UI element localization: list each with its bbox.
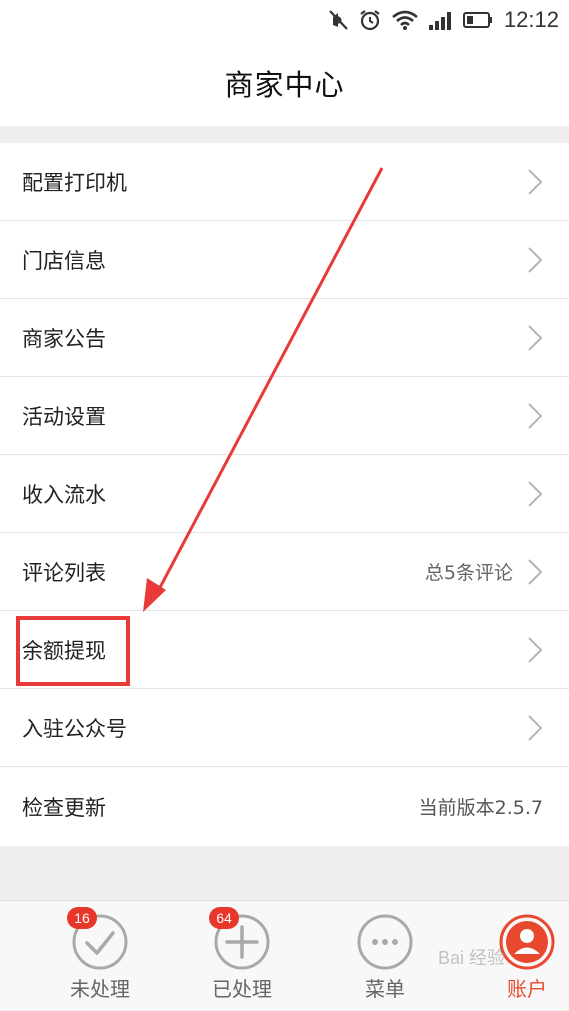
menu-item-label: 入驻公众号: [22, 716, 127, 741]
menu-item-label: 检查更新: [22, 795, 106, 820]
tab-icon-wrap: 16: [67, 907, 129, 971]
tab-label: 菜单: [365, 977, 405, 1001]
badge-count: 64: [209, 907, 239, 929]
menu-item-store-info[interactable]: 门店信息: [0, 221, 569, 299]
battery-icon: [462, 12, 492, 28]
chevron-right-icon: [528, 558, 543, 585]
annotation-highlight-box: [16, 616, 130, 686]
menu-item-activity-settings[interactable]: 活动设置: [0, 377, 569, 455]
menu-item-label: 配置打印机: [22, 170, 127, 195]
tab-icon-wrap: [498, 913, 556, 971]
chevron-right-icon: [528, 402, 543, 429]
chevron-right-icon: [528, 480, 543, 507]
menu-item-label: 收入流水: [22, 482, 106, 507]
wifi-icon: [392, 10, 418, 30]
user-icon: [499, 914, 555, 970]
menu-item-label: 商家公告: [22, 326, 106, 351]
mute-icon: [329, 10, 348, 30]
menu-list: 配置打印机 门店信息 商家公告 活动设置 收入流水 评论列表 总5条评论 余额提…: [0, 143, 569, 846]
chevron-right-icon: [528, 168, 543, 195]
status-bar: 12:12: [0, 0, 569, 40]
page-title: 商家中心: [224, 68, 345, 102]
clock: 12:12: [503, 7, 559, 32]
menu-item-announcement[interactable]: 商家公告: [0, 299, 569, 377]
tab-icon-wrap: [356, 913, 414, 971]
tab-processed[interactable]: 64 已处理: [171, 901, 313, 1011]
badge-count: 16: [67, 907, 97, 929]
menu-item-check-update[interactable]: 检查更新 当前版本2.5.7: [0, 767, 569, 846]
chevron-right-icon: [528, 714, 543, 741]
chevron-right-icon: [528, 324, 543, 351]
menu-item-reviews[interactable]: 评论列表 总5条评论: [0, 533, 569, 611]
tab-label: 已处理: [212, 977, 272, 1001]
signal-icon: [428, 12, 451, 30]
menu-item-label: 活动设置: [22, 404, 106, 429]
menu-item-official-account[interactable]: 入驻公众号: [0, 689, 569, 767]
menu-item-printer[interactable]: 配置打印机: [0, 143, 569, 221]
tab-label: 账户: [507, 977, 547, 1001]
header: 商家中心: [0, 40, 569, 126]
chevron-right-icon: [528, 246, 543, 273]
more-circle-icon: [357, 914, 413, 970]
tab-unprocessed[interactable]: 16 未处理: [29, 901, 171, 1011]
menu-item-income-flow[interactable]: 收入流水: [0, 455, 569, 533]
menu-item-label: 评论列表: [22, 560, 106, 585]
status-icons: 12:12: [327, 6, 559, 34]
tab-icon-wrap: 64: [209, 907, 271, 971]
review-count: 总5条评论: [424, 562, 513, 584]
version-text: 当前版本2.5.7: [418, 797, 543, 819]
menu-item-label: 门店信息: [22, 248, 106, 273]
watermark: Bai 经验: [438, 948, 506, 968]
alarm-icon: [360, 10, 380, 31]
chevron-right-icon: [528, 636, 543, 663]
tab-menu[interactable]: 菜单: [314, 901, 456, 1011]
tab-label: 未处理: [70, 977, 130, 1001]
